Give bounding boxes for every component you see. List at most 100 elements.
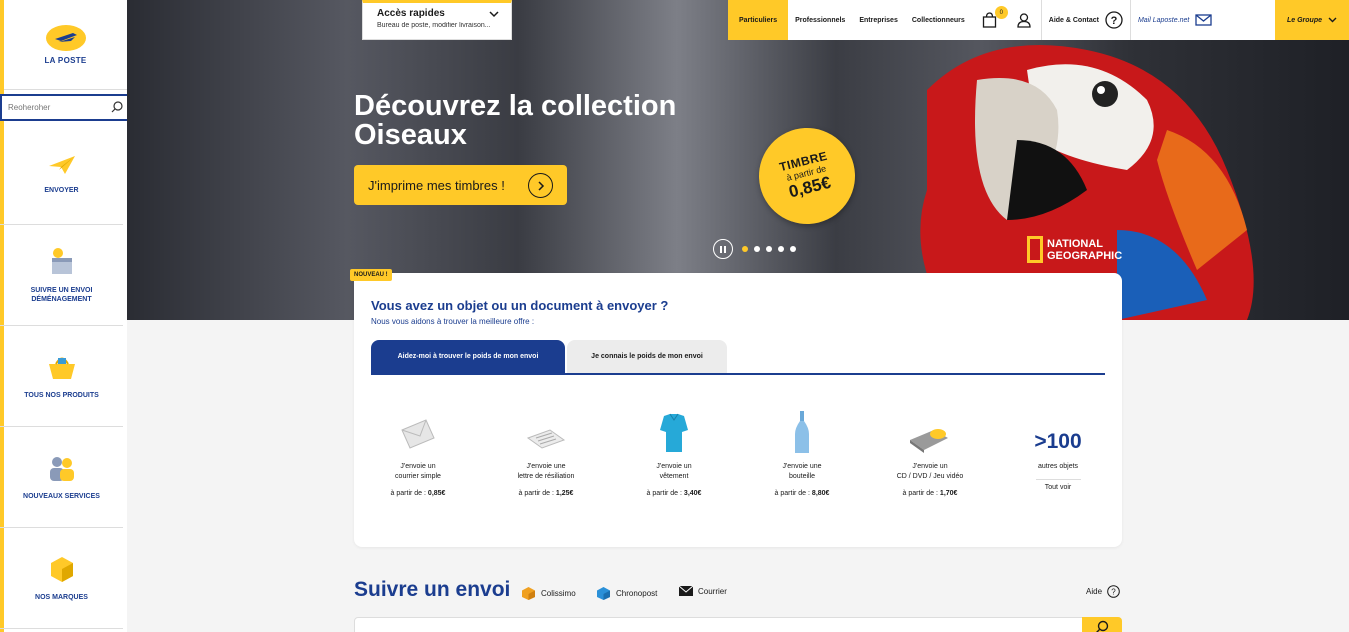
- carrier-colissimo[interactable]: Colissimo: [521, 586, 576, 601]
- option-price: 3,40€: [683, 490, 702, 497]
- tracking-number-input[interactable]: [354, 617, 1122, 632]
- option-line2: courrier simple: [395, 473, 441, 480]
- option-lettre-resiliation[interactable]: J'envoie une lettre de résiliation à part…: [482, 409, 610, 497]
- search-icon[interactable]: [111, 101, 123, 113]
- natgeo-frame-icon: [1027, 236, 1043, 263]
- carousel-controls: [713, 239, 796, 259]
- top-navigation: Particuliers Professionnels Entreprises …: [728, 0, 1349, 40]
- logo[interactable]: LA POSTE: [4, 0, 127, 90]
- bottle-icon: [795, 411, 809, 453]
- paper-plane-icon: [48, 155, 75, 174]
- carousel-dot[interactable]: [790, 246, 796, 252]
- tracking-title: Suivre un envoi: [354, 578, 511, 601]
- tab-particuliers[interactable]: Particuliers: [728, 0, 789, 40]
- option-cd-dvd[interactable]: J'envoie un CD / DVD / Jeu vidéo à partir…: [866, 409, 994, 497]
- sidebar-item-label: TOUS NOS PRODUITS: [24, 391, 99, 399]
- option-autres-objets[interactable]: >100 autres objets Tout voir: [994, 409, 1122, 497]
- chevron-down-icon: [1328, 17, 1337, 23]
- option-line2: CD / DVD / Jeu vidéo: [896, 473, 964, 480]
- price-prefix: à partir de :: [518, 490, 554, 497]
- card-title: Vous avez un objet ou un document à envo…: [371, 298, 669, 313]
- colissimo-box-icon: [522, 587, 535, 600]
- sidebar-item-envoyer[interactable]: ENVOYER: [0, 124, 123, 225]
- hero-title: Découvrez la collection Oiseaux: [354, 90, 677, 151]
- price-prefix: à partir de :: [902, 490, 938, 497]
- option-line1: J'envoie une: [526, 463, 566, 470]
- hero-cta-label: J'imprime mes timbres !: [368, 177, 505, 193]
- search-input[interactable]: [8, 103, 103, 112]
- quick-access-title: Accès rapides: [377, 8, 445, 19]
- hero-cta-button[interactable]: J'imprime mes timbres !: [354, 165, 567, 205]
- pause-icon[interactable]: [713, 239, 733, 259]
- tab-entreprises[interactable]: Entreprises: [852, 0, 905, 40]
- chevron-right-icon: [528, 173, 553, 198]
- more-label: autres objets: [1037, 463, 1079, 470]
- option-price: 1,70€: [939, 490, 958, 497]
- option-line2: lettre de résiliation: [517, 473, 575, 480]
- tracking-help-label: Aide: [1086, 587, 1103, 596]
- account-button[interactable]: [1007, 0, 1041, 40]
- carrier-courrier[interactable]: Courrier: [679, 586, 727, 596]
- chronopost-box-icon: [597, 587, 610, 600]
- sidebar-item-suivre[interactable]: SUIVRE UN ENVOI DÉMÉNAGEMENT: [0, 225, 123, 326]
- carousel-dot[interactable]: [778, 246, 784, 252]
- more-count: >100: [1034, 430, 1082, 453]
- option-line1: J'envoie un: [912, 463, 948, 470]
- card-subtitle: Nous vous aidons à trouver la meilleure …: [371, 317, 535, 326]
- help-circle-icon: ?: [1105, 11, 1123, 29]
- tracking-help-link[interactable]: Aide ?: [1086, 585, 1120, 598]
- option-line1: J'envoie une: [782, 463, 822, 470]
- search-box[interactable]: [0, 94, 131, 121]
- sidebar-item-label: ENVOYER: [44, 186, 79, 194]
- tab-collectionneurs[interactable]: Collectionneurs: [905, 0, 972, 40]
- sidebar-item-label: NOUVEAUX SERVICES: [23, 492, 100, 500]
- carrier-label: Courrier: [698, 586, 727, 596]
- carousel-dot[interactable]: [766, 246, 772, 252]
- search-icon: [1096, 620, 1109, 632]
- chevron-down-icon: [489, 11, 499, 18]
- sidebar-item-services[interactable]: NOUVEAUX SERVICES: [0, 427, 123, 528]
- cart-button[interactable]: 0: [972, 0, 1008, 40]
- send-offer-card: Vous avez un objet ou un document à envo…: [354, 273, 1122, 547]
- carrier-chronopost[interactable]: Chronopost: [596, 586, 657, 601]
- sidebar-item-produits[interactable]: TOUS NOS PRODUITS: [0, 326, 123, 427]
- tracking-search-button[interactable]: [1082, 617, 1122, 632]
- carousel-dot[interactable]: [742, 246, 748, 252]
- natgeo-line1: NATIONAL: [1047, 237, 1104, 250]
- user-icon: [1017, 12, 1031, 28]
- tab-known-weight[interactable]: Je connais le poids de mon envoi: [567, 340, 727, 373]
- option-line1: J'envoie un: [656, 463, 692, 470]
- option-price: 8,80€: [811, 490, 830, 497]
- hero-banner[interactable]: Découvrez la collection Oiseaux J'imprim…: [127, 0, 1349, 320]
- svg-text:?: ?: [1111, 588, 1116, 597]
- package-tracking-icon: [51, 248, 72, 274]
- sidebar-item-marques[interactable]: NOS MARQUES: [0, 528, 123, 629]
- sidebar-item-label: NOS MARQUES: [35, 593, 88, 601]
- price-prefix: à partir de :: [774, 490, 810, 497]
- option-bouteille[interactable]: J'envoie une bouteille à partir de : 8,80…: [738, 409, 866, 497]
- tab-professionnels[interactable]: Professionnels: [788, 0, 852, 40]
- le-groupe-dropdown[interactable]: Le Groupe: [1274, 0, 1349, 40]
- national-geographic-logo: NATIONAL GEOGRAPHIC: [1027, 236, 1122, 263]
- mail-laposte-link[interactable]: Mail Laposte.net: [1129, 0, 1219, 40]
- natgeo-line2: GEOGRAPHIC: [1047, 249, 1123, 262]
- option-vetement[interactable]: J'envoie un vêtement à partir de : 3,40€: [610, 409, 738, 497]
- carrier-label: Colissimo: [541, 589, 576, 598]
- help-contact-link[interactable]: Aide & Contact ?: [1040, 0, 1130, 40]
- letter-icon: [526, 429, 566, 449]
- option-courrier-simple[interactable]: J'envoie un courrier simple à partir de :…: [354, 409, 482, 497]
- see-all-link[interactable]: Tout voir: [1035, 479, 1081, 491]
- carousel-dot[interactable]: [754, 246, 760, 252]
- help-circle-icon: ?: [1107, 585, 1120, 598]
- quick-access-dropdown[interactable]: Accès rapides Bureau de poste, modifier …: [362, 0, 512, 40]
- send-options-list: J'envoie un courrier simple à partir de :…: [354, 409, 1122, 497]
- quick-access-subtitle: Bureau de poste, modifier livraison...: [377, 22, 491, 29]
- stamp-price-badge: TIMBRE à partir de 0,85€: [748, 117, 866, 235]
- envelope-icon: [679, 586, 693, 596]
- tab-find-weight[interactable]: Aidez-moi à trouver le poids de mon envo…: [371, 340, 565, 373]
- option-line2: bouteille: [788, 473, 816, 480]
- disc-icon: [910, 429, 948, 453]
- sidebar-item-label: SUIVRE UN ENVOI DÉMÉNAGEMENT: [30, 287, 93, 303]
- box-icon: [50, 556, 73, 582]
- option-line1: J'envoie un: [400, 463, 436, 470]
